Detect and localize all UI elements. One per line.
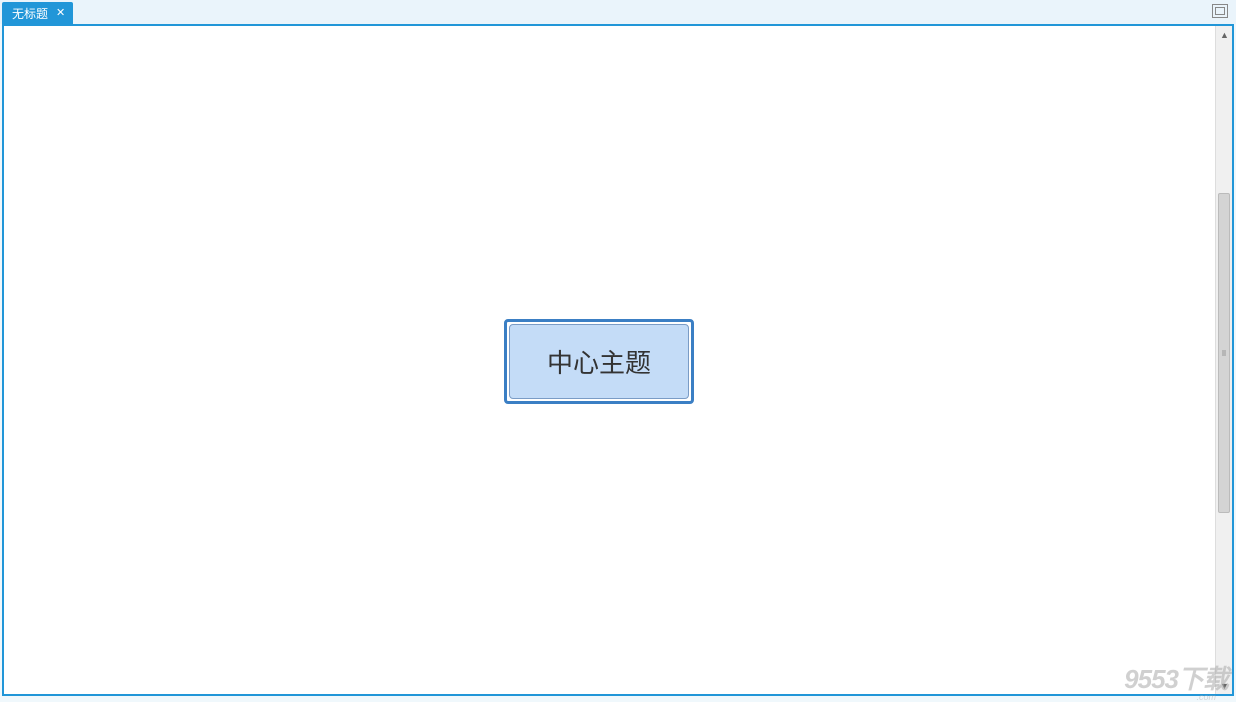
central-topic-node[interactable]: 中心主题 bbox=[509, 324, 689, 399]
restore-window-button[interactable] bbox=[1212, 4, 1228, 18]
central-topic-selection[interactable]: 中心主题 bbox=[504, 319, 694, 404]
window-controls bbox=[1212, 4, 1228, 18]
document-tab[interactable]: 无标题 ✕ bbox=[2, 2, 73, 24]
tab-bar: 无标题 ✕ bbox=[0, 0, 1236, 24]
scrollbar-track[interactable] bbox=[1216, 43, 1232, 677]
close-icon[interactable]: ✕ bbox=[54, 8, 67, 19]
scroll-down-arrow-icon[interactable]: ▼ bbox=[1216, 677, 1233, 694]
canvas-content[interactable]: 中心主题 bbox=[4, 26, 1232, 694]
scroll-up-arrow-icon[interactable]: ▲ bbox=[1216, 26, 1233, 43]
vertical-scrollbar[interactable]: ▲ ▼ bbox=[1215, 26, 1232, 694]
scrollbar-thumb[interactable] bbox=[1218, 193, 1230, 513]
canvas-area: 中心主题 ▲ ▼ bbox=[2, 24, 1234, 696]
tab-title: 无标题 bbox=[12, 5, 48, 22]
scrollbar-grip-icon bbox=[1222, 351, 1226, 356]
